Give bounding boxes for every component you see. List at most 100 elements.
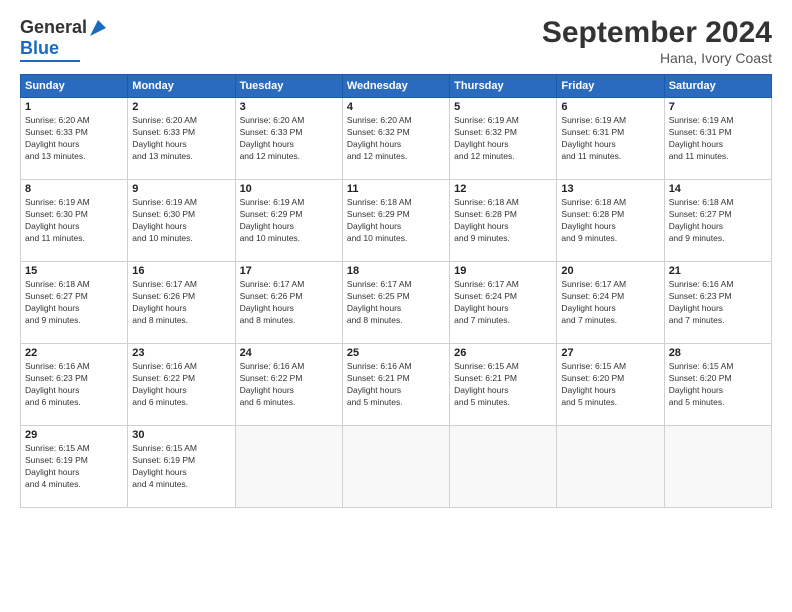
day-info: Sunrise: 6:19 AM Sunset: 6:29 PM Dayligh… bbox=[240, 197, 338, 245]
day-info: Sunrise: 6:20 AM Sunset: 6:33 PM Dayligh… bbox=[25, 115, 123, 163]
table-row: 13 Sunrise: 6:18 AM Sunset: 6:28 PM Dayl… bbox=[557, 180, 664, 262]
table-row: 4 Sunrise: 6:20 AM Sunset: 6:32 PM Dayli… bbox=[342, 98, 449, 180]
table-row: 27 Sunrise: 6:15 AM Sunset: 6:20 PM Dayl… bbox=[557, 344, 664, 426]
empty-cell bbox=[557, 426, 664, 508]
table-row: 9 Sunrise: 6:19 AM Sunset: 6:30 PM Dayli… bbox=[128, 180, 235, 262]
day-number: 4 bbox=[347, 101, 445, 113]
day-number: 22 bbox=[25, 347, 123, 359]
table-row: 12 Sunrise: 6:18 AM Sunset: 6:28 PM Dayl… bbox=[450, 180, 557, 262]
col-thursday: Thursday bbox=[450, 75, 557, 98]
day-number: 7 bbox=[669, 101, 767, 113]
table-row: 17 Sunrise: 6:17 AM Sunset: 6:26 PM Dayl… bbox=[235, 262, 342, 344]
day-info: Sunrise: 6:19 AM Sunset: 6:30 PM Dayligh… bbox=[132, 197, 230, 245]
col-wednesday: Wednesday bbox=[342, 75, 449, 98]
header: General Blue September 2024 Hana, Ivory … bbox=[20, 16, 772, 66]
day-info: Sunrise: 6:15 AM Sunset: 6:21 PM Dayligh… bbox=[454, 361, 552, 409]
day-number: 18 bbox=[347, 265, 445, 277]
table-row: 24 Sunrise: 6:16 AM Sunset: 6:22 PM Dayl… bbox=[235, 344, 342, 426]
calendar-week-row: 15 Sunrise: 6:18 AM Sunset: 6:27 PM Dayl… bbox=[21, 262, 772, 344]
table-row: 6 Sunrise: 6:19 AM Sunset: 6:31 PM Dayli… bbox=[557, 98, 664, 180]
day-number: 26 bbox=[454, 347, 552, 359]
table-row: 10 Sunrise: 6:19 AM Sunset: 6:29 PM Dayl… bbox=[235, 180, 342, 262]
col-tuesday: Tuesday bbox=[235, 75, 342, 98]
table-row: 18 Sunrise: 6:17 AM Sunset: 6:25 PM Dayl… bbox=[342, 262, 449, 344]
table-row: 19 Sunrise: 6:17 AM Sunset: 6:24 PM Dayl… bbox=[450, 262, 557, 344]
day-number: 3 bbox=[240, 101, 338, 113]
day-info: Sunrise: 6:18 AM Sunset: 6:28 PM Dayligh… bbox=[561, 197, 659, 245]
day-number: 29 bbox=[25, 429, 123, 441]
day-info: Sunrise: 6:16 AM Sunset: 6:22 PM Dayligh… bbox=[240, 361, 338, 409]
empty-cell bbox=[450, 426, 557, 508]
logo-general-text: General bbox=[20, 17, 87, 38]
table-row: 22 Sunrise: 6:16 AM Sunset: 6:23 PM Dayl… bbox=[21, 344, 128, 426]
day-number: 8 bbox=[25, 183, 123, 195]
table-row: 11 Sunrise: 6:18 AM Sunset: 6:29 PM Dayl… bbox=[342, 180, 449, 262]
day-info: Sunrise: 6:17 AM Sunset: 6:26 PM Dayligh… bbox=[132, 279, 230, 327]
day-info: Sunrise: 6:15 AM Sunset: 6:20 PM Dayligh… bbox=[561, 361, 659, 409]
day-number: 2 bbox=[132, 101, 230, 113]
logo-blue-text: Blue bbox=[20, 38, 59, 59]
page: General Blue September 2024 Hana, Ivory … bbox=[0, 0, 792, 612]
day-info: Sunrise: 6:19 AM Sunset: 6:31 PM Dayligh… bbox=[669, 115, 767, 163]
table-row: 29 Sunrise: 6:15 AM Sunset: 6:19 PM Dayl… bbox=[21, 426, 128, 508]
empty-cell bbox=[664, 426, 771, 508]
day-number: 6 bbox=[561, 101, 659, 113]
day-number: 5 bbox=[454, 101, 552, 113]
day-number: 1 bbox=[25, 101, 123, 113]
table-row: 20 Sunrise: 6:17 AM Sunset: 6:24 PM Dayl… bbox=[557, 262, 664, 344]
day-info: Sunrise: 6:17 AM Sunset: 6:25 PM Dayligh… bbox=[347, 279, 445, 327]
day-info: Sunrise: 6:16 AM Sunset: 6:23 PM Dayligh… bbox=[669, 279, 767, 327]
day-info: Sunrise: 6:17 AM Sunset: 6:24 PM Dayligh… bbox=[454, 279, 552, 327]
day-info: Sunrise: 6:16 AM Sunset: 6:22 PM Dayligh… bbox=[132, 361, 230, 409]
day-info: Sunrise: 6:15 AM Sunset: 6:19 PM Dayligh… bbox=[25, 443, 123, 491]
calendar-header-row: Sunday Monday Tuesday Wednesday Thursday… bbox=[21, 75, 772, 98]
day-info: Sunrise: 6:17 AM Sunset: 6:26 PM Dayligh… bbox=[240, 279, 338, 327]
day-info: Sunrise: 6:20 AM Sunset: 6:33 PM Dayligh… bbox=[240, 115, 338, 163]
day-info: Sunrise: 6:15 AM Sunset: 6:19 PM Dayligh… bbox=[132, 443, 230, 491]
table-row: 7 Sunrise: 6:19 AM Sunset: 6:31 PM Dayli… bbox=[664, 98, 771, 180]
day-info: Sunrise: 6:20 AM Sunset: 6:32 PM Dayligh… bbox=[347, 115, 445, 163]
day-info: Sunrise: 6:16 AM Sunset: 6:21 PM Dayligh… bbox=[347, 361, 445, 409]
logo-underline bbox=[20, 60, 80, 62]
day-info: Sunrise: 6:20 AM Sunset: 6:33 PM Dayligh… bbox=[132, 115, 230, 163]
day-number: 12 bbox=[454, 183, 552, 195]
day-info: Sunrise: 6:16 AM Sunset: 6:23 PM Dayligh… bbox=[25, 361, 123, 409]
month-title: September 2024 bbox=[542, 16, 772, 50]
day-number: 30 bbox=[132, 429, 230, 441]
logo: General Blue bbox=[20, 16, 107, 62]
day-number: 14 bbox=[669, 183, 767, 195]
table-row: 8 Sunrise: 6:19 AM Sunset: 6:30 PM Dayli… bbox=[21, 180, 128, 262]
table-row: 16 Sunrise: 6:17 AM Sunset: 6:26 PM Dayl… bbox=[128, 262, 235, 344]
day-number: 24 bbox=[240, 347, 338, 359]
table-row: 23 Sunrise: 6:16 AM Sunset: 6:22 PM Dayl… bbox=[128, 344, 235, 426]
calendar-week-row: 29 Sunrise: 6:15 AM Sunset: 6:19 PM Dayl… bbox=[21, 426, 772, 508]
day-number: 13 bbox=[561, 183, 659, 195]
table-row: 26 Sunrise: 6:15 AM Sunset: 6:21 PM Dayl… bbox=[450, 344, 557, 426]
day-info: Sunrise: 6:18 AM Sunset: 6:29 PM Dayligh… bbox=[347, 197, 445, 245]
col-monday: Monday bbox=[128, 75, 235, 98]
day-number: 10 bbox=[240, 183, 338, 195]
day-number: 11 bbox=[347, 183, 445, 195]
col-saturday: Saturday bbox=[664, 75, 771, 98]
day-info: Sunrise: 6:18 AM Sunset: 6:27 PM Dayligh… bbox=[669, 197, 767, 245]
table-row: 3 Sunrise: 6:20 AM Sunset: 6:33 PM Dayli… bbox=[235, 98, 342, 180]
day-info: Sunrise: 6:18 AM Sunset: 6:27 PM Dayligh… bbox=[25, 279, 123, 327]
day-number: 19 bbox=[454, 265, 552, 277]
table-row: 28 Sunrise: 6:15 AM Sunset: 6:20 PM Dayl… bbox=[664, 344, 771, 426]
table-row: 15 Sunrise: 6:18 AM Sunset: 6:27 PM Dayl… bbox=[21, 262, 128, 344]
location: Hana, Ivory Coast bbox=[542, 50, 772, 66]
day-info: Sunrise: 6:17 AM Sunset: 6:24 PM Dayligh… bbox=[561, 279, 659, 327]
col-friday: Friday bbox=[557, 75, 664, 98]
day-number: 20 bbox=[561, 265, 659, 277]
table-row: 25 Sunrise: 6:16 AM Sunset: 6:21 PM Dayl… bbox=[342, 344, 449, 426]
day-number: 27 bbox=[561, 347, 659, 359]
day-info: Sunrise: 6:19 AM Sunset: 6:32 PM Dayligh… bbox=[454, 115, 552, 163]
table-row: 30 Sunrise: 6:15 AM Sunset: 6:19 PM Dayl… bbox=[128, 426, 235, 508]
table-row: 14 Sunrise: 6:18 AM Sunset: 6:27 PM Dayl… bbox=[664, 180, 771, 262]
empty-cell bbox=[342, 426, 449, 508]
empty-cell bbox=[235, 426, 342, 508]
table-row: 5 Sunrise: 6:19 AM Sunset: 6:32 PM Dayli… bbox=[450, 98, 557, 180]
day-number: 17 bbox=[240, 265, 338, 277]
day-info: Sunrise: 6:15 AM Sunset: 6:20 PM Dayligh… bbox=[669, 361, 767, 409]
day-info: Sunrise: 6:18 AM Sunset: 6:28 PM Dayligh… bbox=[454, 197, 552, 245]
